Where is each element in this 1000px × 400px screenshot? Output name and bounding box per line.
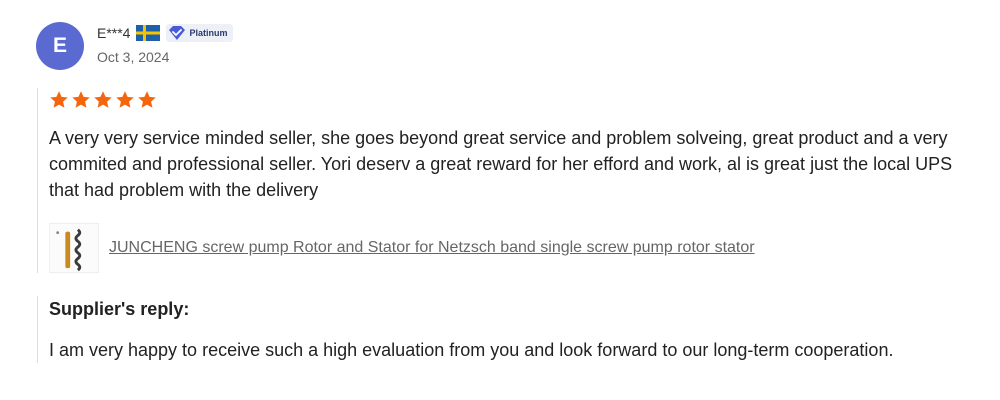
avatar: E (36, 22, 84, 70)
star-rating (49, 88, 977, 112)
supplier-reply-text: I am very happy to receive such a high e… (49, 340, 894, 360)
avatar-initial: E (52, 34, 67, 57)
star-icon (138, 91, 156, 108)
product-thumbnail[interactable] (49, 223, 99, 273)
star-icon (72, 91, 90, 108)
supplier-reply-title: Supplier's reply: (49, 299, 190, 319)
reviewer-name: E***4 (97, 25, 131, 41)
badge-label: Platinum (189, 28, 228, 38)
product-link[interactable]: JUNCHENG screw pump Rotor and Stator for… (109, 239, 755, 257)
review-date: Oct 3, 2024 (97, 49, 170, 65)
product-row: JUNCHENG screw pump Rotor and Stator for… (49, 223, 977, 273)
star-icon (50, 91, 68, 108)
sweden-flag-icon (136, 25, 161, 41)
reviewer-info: E***4 Platinum (97, 24, 234, 42)
diamond-check-icon (169, 26, 186, 40)
platinum-badge: Platinum (166, 24, 234, 42)
supplier-reply: Supplier's reply: I am very happy to rec… (37, 296, 977, 363)
review-text: A very very service minded seller, she g… (49, 128, 953, 200)
star-icon (94, 91, 112, 108)
review-body: A very very service minded seller, she g… (37, 88, 977, 273)
star-icon (116, 91, 134, 108)
